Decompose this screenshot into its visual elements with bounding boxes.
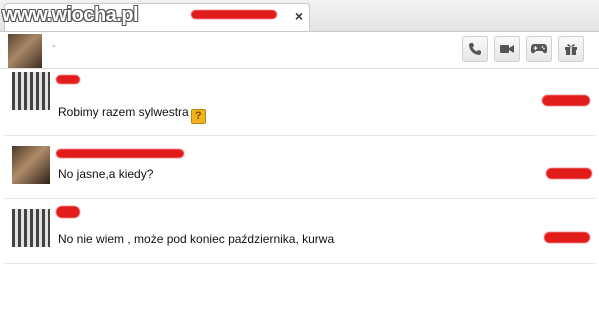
chat-header: - [0, 32, 599, 69]
call-button[interactable] [462, 36, 488, 62]
redacted-sender-name [56, 149, 184, 158]
gamepad-icon [530, 43, 548, 55]
games-button[interactable] [526, 36, 552, 62]
sender-avatar[interactable] [12, 146, 50, 184]
message-text: No nie wiem , może pod koniec październi… [58, 232, 335, 246]
phone-icon [468, 42, 482, 56]
message-row: No nie wiem , może pod koniec październi… [4, 199, 595, 264]
redacted-sender-name [56, 206, 80, 218]
video-button[interactable] [494, 36, 520, 62]
gift-button[interactable] [558, 36, 584, 62]
question-emoticon-icon: ? [190, 109, 206, 124]
redacted-sender-name [56, 75, 80, 84]
redacted-timestamp [546, 168, 592, 179]
message-text: Robimy razem sylwestra? [58, 105, 206, 124]
redacted-timestamp [544, 232, 590, 243]
contact-avatar[interactable] [8, 34, 42, 68]
message-body: Robimy razem sylwestra [58, 105, 189, 119]
redacted-contact-name [191, 10, 277, 19]
video-camera-icon [499, 43, 515, 55]
tab-bar: × www.wiocha.pl [0, 0, 599, 32]
redacted-timestamp [542, 95, 590, 106]
sender-avatar[interactable] [12, 209, 50, 247]
contact-status: - [52, 40, 56, 52]
message-text: No jasne,a kiedy? [58, 167, 154, 181]
watermark-logo: www.wiocha.pl [2, 4, 139, 26]
close-icon[interactable]: × [295, 8, 303, 24]
message-row: Robimy razem sylwestra? [4, 69, 595, 136]
sender-avatar[interactable] [12, 72, 50, 110]
gift-icon [564, 42, 578, 56]
message-row: No jasne,a kiedy? [4, 136, 595, 199]
